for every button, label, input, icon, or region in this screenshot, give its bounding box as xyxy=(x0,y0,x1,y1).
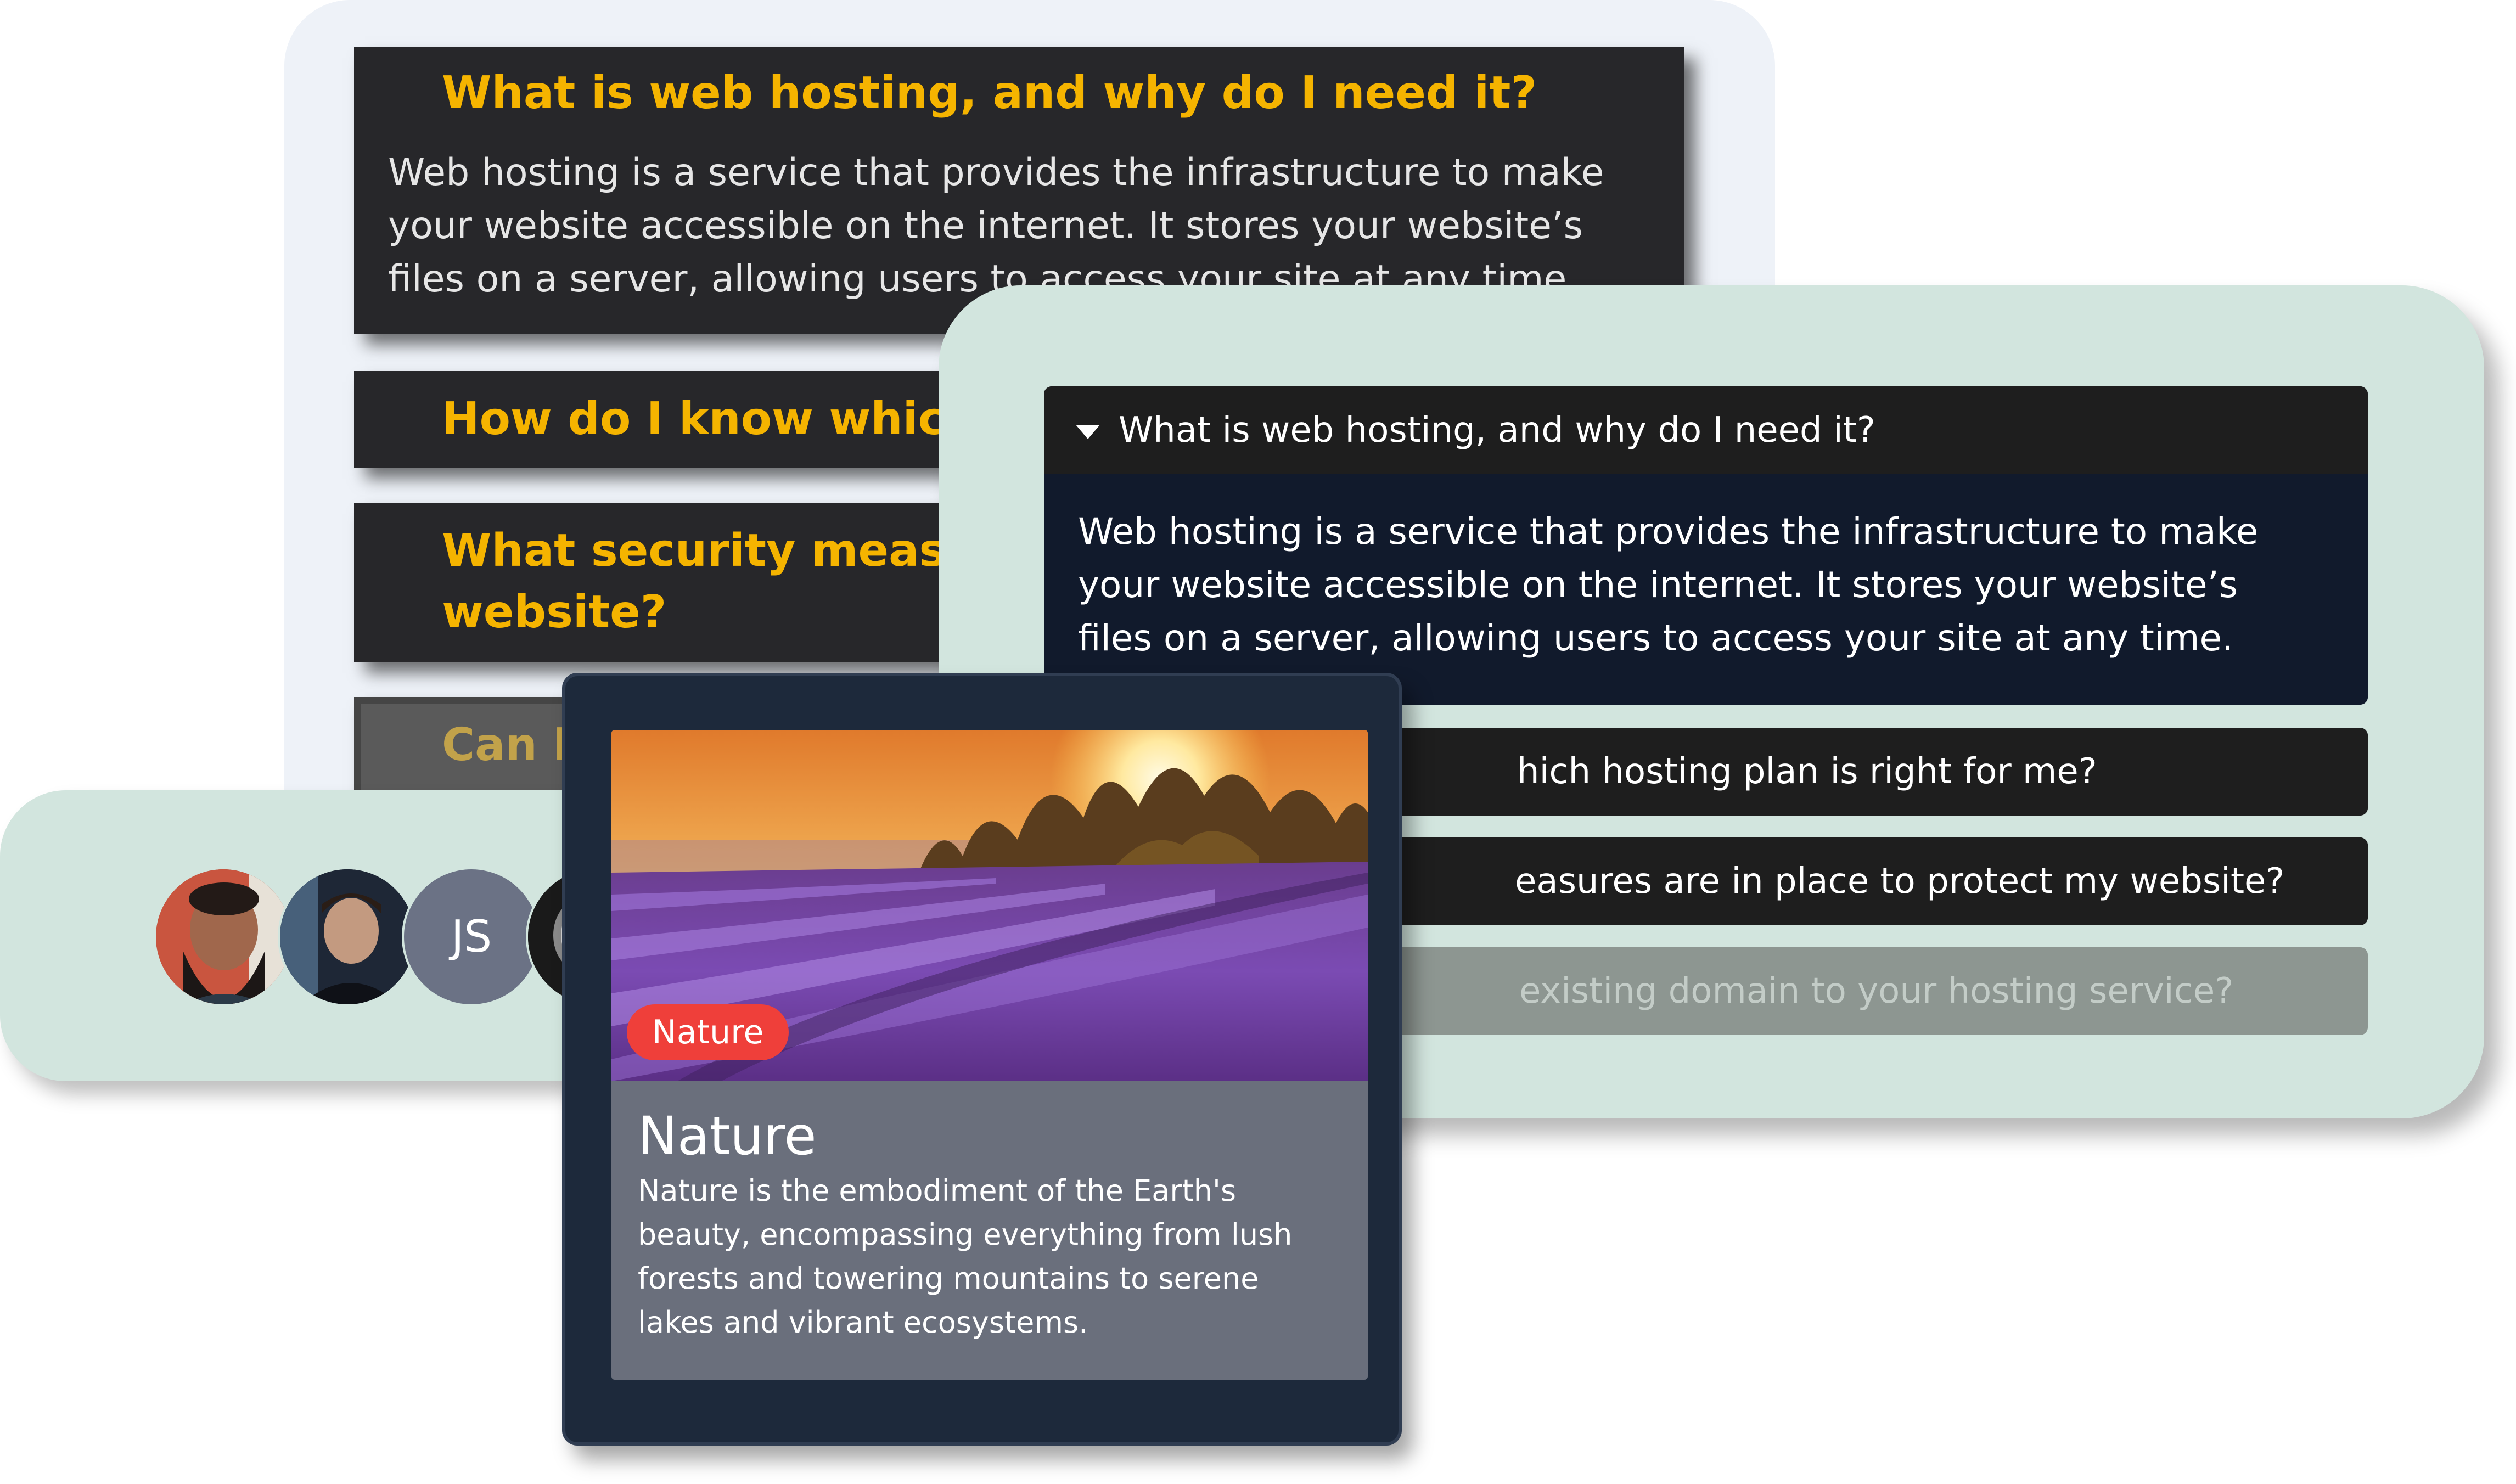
accordion-header[interactable]: What is web hosting, and why do I need i… xyxy=(1044,386,2368,474)
card-description: Nature is the embodiment of the Earth's … xyxy=(638,1173,1293,1340)
accordion-body: Web hosting is a service that provides t… xyxy=(1044,476,2368,705)
avatar-initials[interactable]: JS xyxy=(402,867,541,1007)
avatar[interactable] xyxy=(278,867,417,1007)
nature-card[interactable]: Nature Nature Nature is the embodiment o… xyxy=(611,730,1368,1380)
screenshot-stage: What is web hosting, and why do I need i… xyxy=(0,0,2516,1484)
avatar[interactable] xyxy=(154,867,293,1007)
faq-question: What is web hosting, and why do I need i… xyxy=(442,67,1537,119)
avatar-initials-text: JS xyxy=(451,911,492,962)
avatar-group-panel: JS xyxy=(0,790,637,1081)
caret-down-icon xyxy=(1076,425,1100,439)
category-badge[interactable]: Nature xyxy=(627,1004,789,1060)
card-title: Nature xyxy=(638,1105,817,1167)
faq-answer: Web hosting is a service that provides t… xyxy=(388,151,1604,301)
card-image: Nature xyxy=(611,730,1368,1081)
avatar-photo xyxy=(156,869,291,1004)
accordion-item-expanded[interactable]: What is web hosting, and why do I need i… xyxy=(1044,386,2368,705)
accordion-question: existing domain to your hosting service? xyxy=(1519,971,2234,1011)
card-frame: Nature Nature Nature is the embodiment o… xyxy=(562,673,1402,1446)
accordion-answer: Web hosting is a service that provides t… xyxy=(1078,510,2259,659)
avatar-photo xyxy=(280,869,415,1004)
accordion-question: hich hosting plan is right for me? xyxy=(1517,751,2097,792)
accordion-question: What is web hosting, and why do I need i… xyxy=(1119,410,1875,451)
accordion-question: easures are in place to protect my websi… xyxy=(1515,861,2285,902)
